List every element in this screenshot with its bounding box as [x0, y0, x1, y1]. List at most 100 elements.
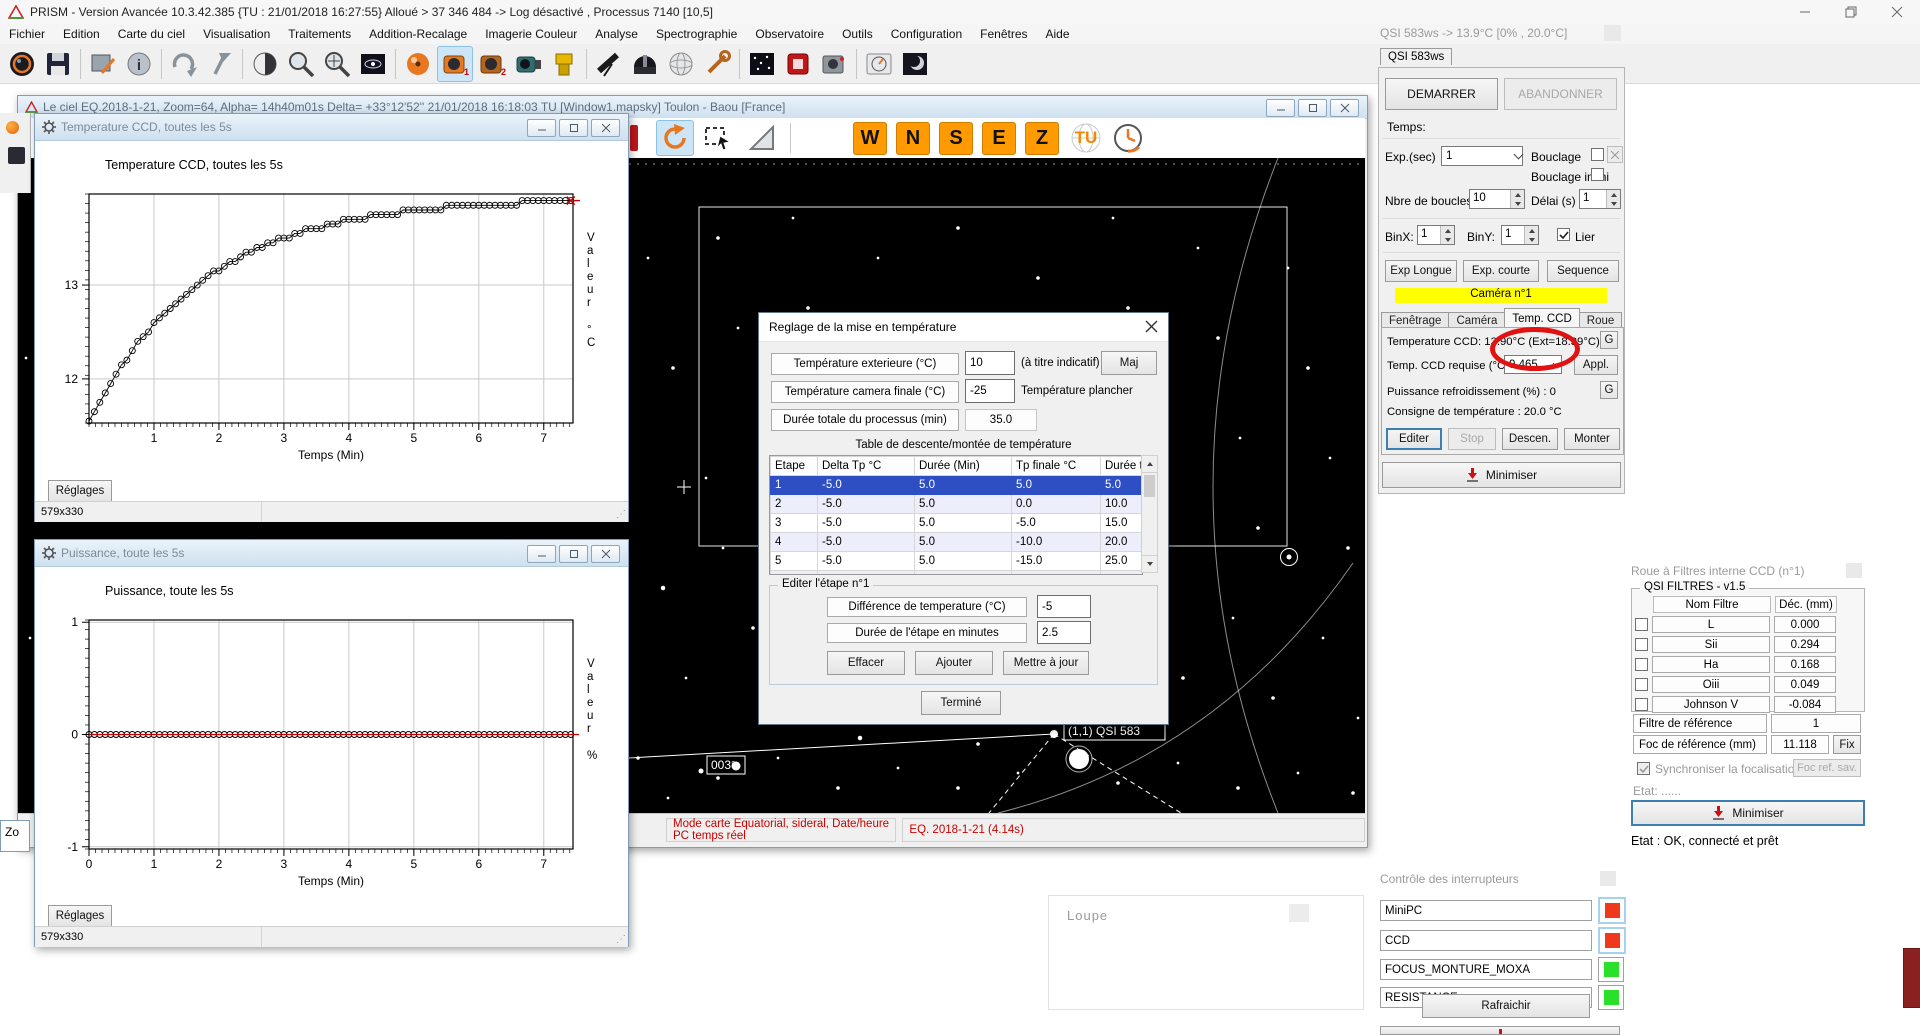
abort-button[interactable]: ABANDONNER [1504, 78, 1617, 110]
filter-checkbox[interactable] [1635, 658, 1648, 671]
menu-outils[interactable]: Outils [833, 25, 882, 43]
scroll-up-icon[interactable] [1142, 456, 1157, 473]
loupe-box-icon[interactable] [1289, 904, 1309, 922]
qsi-minimize-button[interactable]: Minimiser [1382, 462, 1621, 488]
loop-inf-checkbox[interactable] [1591, 168, 1604, 181]
galaxy-image-icon[interactable] [356, 47, 390, 81]
edit-button[interactable]: Editer [1386, 428, 1442, 450]
sun-sphere-icon[interactable] [401, 47, 435, 81]
menu-spectrographie[interactable]: Spectrographie [647, 25, 746, 43]
table-row[interactable]: 6-5.05.0-20.030.0 [771, 571, 1144, 576]
image-edit-icon[interactable] [86, 47, 120, 81]
resize-grip[interactable]: ⋰ [616, 934, 626, 945]
contrast-icon[interactable] [248, 47, 282, 81]
filter-checkbox[interactable] [1635, 618, 1648, 631]
qsi-tab[interactable]: QSI 583ws [1380, 48, 1452, 65]
tab-temp-ccd[interactable]: Temp. CCD [1504, 308, 1579, 327]
step-duration-input[interactable]: 2.5 [1037, 621, 1091, 644]
filter-checkbox[interactable] [1635, 698, 1648, 711]
flip-horizontal-icon[interactable] [167, 47, 201, 81]
temp-diff-input[interactable]: -5 [1037, 595, 1091, 618]
apply-button[interactable]: Appl. [1574, 355, 1618, 375]
final-temp-input[interactable]: -25 [965, 379, 1015, 403]
clock-gauge-icon[interactable] [862, 47, 896, 81]
flip-vertical-icon[interactable] [203, 47, 237, 81]
long-exposure-button[interactable]: Exp Longue [1385, 260, 1457, 282]
temp-minimize-button[interactable] [527, 119, 556, 137]
menu-fen-tres[interactable]: Fenêtres [971, 25, 1036, 43]
short-exposure-button[interactable]: Exp. courte [1463, 260, 1539, 282]
table-row[interactable]: 4-5.05.0-10.020.0 [771, 533, 1144, 552]
temperature-table[interactable]: EtapeDelta Tp °CDurée (Min)Tp finale °CD… [769, 455, 1143, 575]
delay-stepper[interactable]: 1 [1579, 189, 1621, 209]
maj-button[interactable]: Maj [1101, 351, 1157, 375]
wrench-icon[interactable] [700, 47, 734, 81]
table-scrollbar[interactable] [1141, 455, 1158, 573]
clear-button[interactable]: Effacer [827, 651, 905, 675]
sync-focus-checkbox[interactable] [1637, 762, 1650, 775]
filter-panel-box-icon[interactable] [1846, 563, 1862, 578]
filter-checkbox[interactable] [1635, 678, 1648, 691]
update-button[interactable]: Mettre à jour [1003, 651, 1089, 675]
loop-clear-icon[interactable] [1607, 146, 1623, 163]
dialog-close-icon[interactable] [1145, 320, 1158, 336]
table-row[interactable]: 2-5.05.00.010.0 [771, 495, 1144, 514]
switch-toggle-button[interactable] [1598, 957, 1624, 982]
menu-observatoire[interactable]: Observatoire [746, 25, 833, 43]
pow-settings-button[interactable]: Réglages [48, 905, 112, 927]
temp-graph-button[interactable]: G [1600, 331, 1618, 349]
pow-close-button[interactable] [591, 545, 620, 563]
zoom-icon[interactable] [284, 47, 318, 81]
power-graph-button[interactable]: G [1600, 381, 1618, 399]
qsi-panel-box-icon[interactable] [1604, 25, 1621, 41]
focuser-icon[interactable] [547, 47, 581, 81]
stop-button[interactable]: Stop [1448, 428, 1496, 450]
compass-button-s[interactable]: S [939, 122, 973, 155]
minimize-button[interactable] [1782, 0, 1828, 24]
sphere-grid-icon[interactable] [664, 47, 698, 81]
menu-traitements[interactable]: Traitements [279, 25, 360, 43]
start-button[interactable]: DEMARRER [1385, 78, 1498, 110]
telescope-icon[interactable] [592, 47, 626, 81]
fix-button[interactable]: Fix [1833, 735, 1861, 754]
switch-toggle-button[interactable] [1598, 927, 1626, 954]
add-button[interactable]: Ajouter [915, 651, 993, 675]
table-row[interactable]: 3-5.05.0-5.015.0 [771, 514, 1144, 533]
table-row[interactable]: 1-5.05.05.05.0 [771, 476, 1144, 495]
loop-checkbox[interactable] [1591, 148, 1604, 161]
scrollbar-fragment[interactable] [1903, 948, 1920, 1008]
switch-panel-box-icon[interactable] [1600, 871, 1616, 886]
rotate-view-icon[interactable] [656, 120, 694, 156]
tu-button[interactable]: TU [1068, 122, 1104, 155]
menu-analyse[interactable]: Analyse [586, 25, 647, 43]
binx-stepper[interactable]: 1 [1417, 225, 1455, 245]
descend-button[interactable]: Descen. [1502, 428, 1558, 450]
menu-edition[interactable]: Edition [54, 25, 109, 43]
marquee-select-icon[interactable] [700, 121, 736, 155]
filter-minimize-button[interactable]: Minimiser [1631, 800, 1865, 826]
menu-visualisation[interactable]: Visualisation [194, 25, 279, 43]
camera-lens-icon[interactable] [5, 47, 39, 81]
menu-addition-recalage[interactable]: Addition-Recalage [360, 25, 476, 43]
sky-restore-button[interactable] [1298, 99, 1327, 117]
save-icon[interactable] [41, 47, 75, 81]
filter-checkbox[interactable] [1635, 638, 1648, 651]
sequence-button[interactable]: Sequence [1547, 260, 1619, 282]
pow-minimize-button[interactable] [527, 545, 556, 563]
star-map-icon[interactable] [745, 47, 779, 81]
refresh-button[interactable]: Rafraichir [1422, 994, 1590, 1018]
temp-settings-button[interactable]: Réglages [48, 480, 112, 502]
exp-combobox[interactable]: 1 [1441, 146, 1523, 166]
switch-toggle-button[interactable] [1598, 897, 1626, 924]
usb-device-icon[interactable] [781, 47, 815, 81]
switch-toggle-button[interactable] [1598, 985, 1624, 1010]
done-button[interactable]: Terminé [921, 691, 1001, 715]
biny-stepper[interactable]: 1 [1501, 225, 1539, 245]
temp-close-button[interactable] [591, 119, 620, 137]
ccd-camera2-icon[interactable]: 2 [475, 47, 509, 81]
switch-minimize-button-partial[interactable] [1380, 1026, 1620, 1035]
video-camera-icon[interactable] [511, 47, 545, 81]
ext-temp-input[interactable]: 10 [965, 351, 1015, 375]
raise-button[interactable]: Monter [1564, 428, 1620, 450]
menu-carte-du-ciel[interactable]: Carte du ciel [109, 25, 194, 43]
